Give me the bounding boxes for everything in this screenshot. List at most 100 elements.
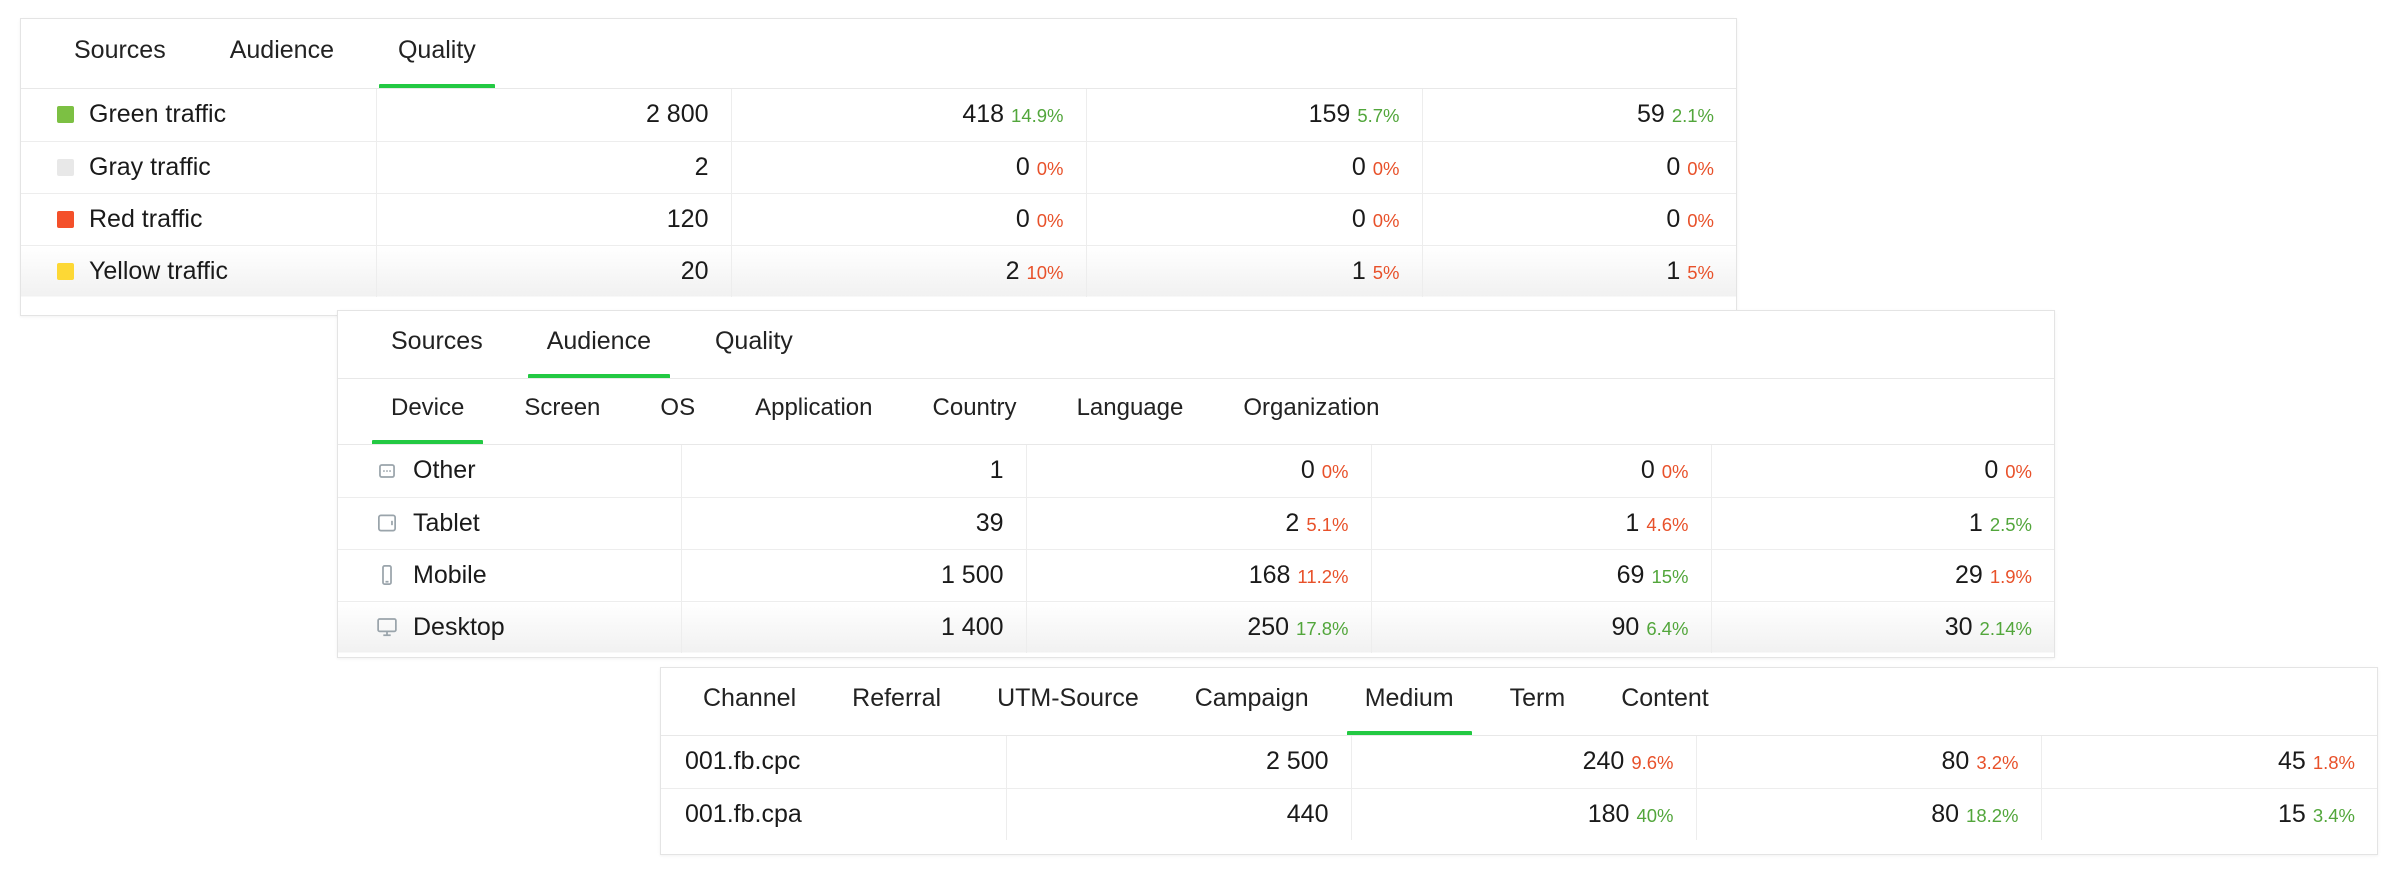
metric-value: 418 [962,100,1005,129]
tab-active-underline [1492,731,1584,736]
table-row[interactable]: Red traffic 120 0 0% 0 0% 0 0% [21,192,1736,246]
metric-percent: 5.1% [1306,513,1349,535]
metric-value: 168 [1248,560,1291,589]
tab-quality[interactable]: Quality [378,19,495,89]
metric-value: 30 [1944,612,1973,641]
tab-utm-source[interactable]: UTM-Source [979,668,1157,736]
tab-audience[interactable]: Audience [527,311,670,379]
tab-channel[interactable]: Channel [685,668,814,736]
tab-label: Screen [524,394,601,421]
tab-label: Language [1076,394,1184,421]
metric-cell: 0 0% [1422,140,1736,194]
table-row[interactable]: Other 1 0 0% 0 0% 0 0% [338,445,2054,498]
metric-cell: 0 0% [1086,140,1423,194]
table-row[interactable]: Mobile 1 500 168 11.2% 69 15% 29 1.9% [338,548,2054,602]
row-label-cell: 001.fb.cpc [661,736,1007,789]
swatch-gray [57,158,74,176]
subtab-application[interactable]: Application [736,379,891,445]
tab-label: Sources [391,327,483,355]
row-label-wrapper: Gray traffic [21,153,376,182]
medium-report-panel: Channel Referral UTM-Source Campaign Medium T… [660,667,2378,855]
metric-value: 80 [1941,747,1970,776]
swatch-red [57,210,74,228]
metric-value: 0 [1015,204,1030,233]
tab-active-underline [1177,731,1327,736]
metric-percent: 3.2% [1976,752,2019,774]
table-row[interactable]: Gray traffic 2 0 0% 0 0% 0 0% [21,140,1736,194]
tab-label: Campaign [1194,684,1309,712]
row-label-cell: Yellow traffic [21,244,377,297]
metric-percent: 5% [1687,261,1714,283]
metric-value: 15 [2278,799,2306,828]
tab-label: Audience [229,36,334,64]
subtab-language[interactable]: Language [1058,379,1203,445]
metric-percent: 0% [1687,157,1714,179]
tab-term[interactable]: Term [1492,668,1584,736]
row-label: Desktop [413,612,505,641]
metric-value: 120 [666,204,709,233]
metric-percent: 0% [1036,209,1064,231]
metric-cell: 240 9.6% [1351,736,1697,789]
tab-campaign[interactable]: Campaign [1177,668,1327,736]
metric-cell: 59 2.1% [1422,89,1736,142]
tab-active-underline [834,731,959,736]
quality-panel-tabbar: Sources Audience Quality [21,19,1736,89]
metric-percent: 0% [2005,461,2032,483]
metric-value: 1 500 [940,560,1004,589]
tab-active-underline [1058,440,1203,445]
metric-value: 1 [1968,508,1983,537]
screenshot-stage: Sources Audience Quality Green traffic 2 80… [0,0,2400,894]
metric-cell: 168 11.2% [1026,548,1372,602]
subtab-organization[interactable]: Organization [1224,379,1398,445]
table-row[interactable]: Desktop 1 400 250 17.8% 90 6.4% 30 2.14% [338,600,2054,653]
metric-value: 45 [2278,747,2306,776]
table-row[interactable]: Yellow traffic 20 2 10% 1 5% 1 5% [21,244,1736,297]
subtab-screen[interactable]: Screen [505,379,619,445]
metric-value: 29 [1955,560,1983,589]
tab-label: Sources [74,36,166,64]
subtab-device[interactable]: Device [372,379,484,445]
metric-percent: 0% [1372,157,1400,179]
table-row[interactable]: 001.fb.cpc 2 500 240 9.6% 80 3.2% 45 1.8% [661,736,2377,789]
row-label-cell: Desktop [338,600,682,653]
metric-percent: 1.9% [1989,565,2032,587]
metric-percent: 2.5% [1989,513,2032,535]
metric-value: 250 [1247,612,1290,641]
tab-content[interactable]: Content [1603,668,1727,736]
tab-active-underline [378,84,495,89]
row-label-wrapper: Mobile [338,561,681,590]
table-row[interactable]: Tablet 39 2 5.1% 1 4.6% 1 2.5% [338,496,2054,550]
metric-cell: 80 18.2% [1696,787,2042,840]
tab-quality[interactable]: Quality [696,311,812,379]
metric-percent: 15% [1651,565,1689,587]
row-label-wrapper: Tablet [338,509,681,538]
metric-cell: 440 [1006,787,1352,840]
tab-sources[interactable]: Sources [55,19,185,89]
table-row[interactable]: 001.fb.cpa 440 180 40% 80 18.2% 15 3.4% [661,787,2377,840]
row-label: 001.fb.cpc [685,747,801,776]
tab-active-underline [979,731,1157,736]
tab-medium[interactable]: Medium [1346,668,1472,736]
metric-percent: 0% [1687,209,1714,231]
metric-cell: 1 500 [681,548,1027,602]
subtab-os[interactable]: OS [641,379,714,445]
row-label-wrapper: 001.fb.cpc [661,747,1006,776]
metric-value: 1 [1625,508,1640,537]
table-row[interactable]: Green traffic 2 800 418 14.9% 159 5.7% 59 2.1% [21,89,1736,142]
tablet-icon [374,510,400,536]
metric-value: 0 [1984,456,1999,485]
metric-percent: 0% [1321,461,1349,483]
tab-sources[interactable]: Sources [372,311,502,379]
subtab-country[interactable]: Country [914,379,1036,445]
metric-percent: 10% [1026,261,1064,283]
tab-label: Quality [397,36,476,64]
metric-value: 80 [1931,799,1960,828]
medium-panel-tabbar: Channel Referral UTM-Source Campaign Medium T… [661,668,2377,736]
metric-value: 2 [694,152,709,181]
metric-cell: 0 0% [1371,445,1712,498]
metric-percent: 4.6% [1646,513,1689,535]
tab-referral[interactable]: Referral [834,668,959,736]
metric-percent: 18.2% [1966,804,2019,826]
tab-audience[interactable]: Audience [211,19,353,89]
metric-cell: 20 [376,244,732,297]
